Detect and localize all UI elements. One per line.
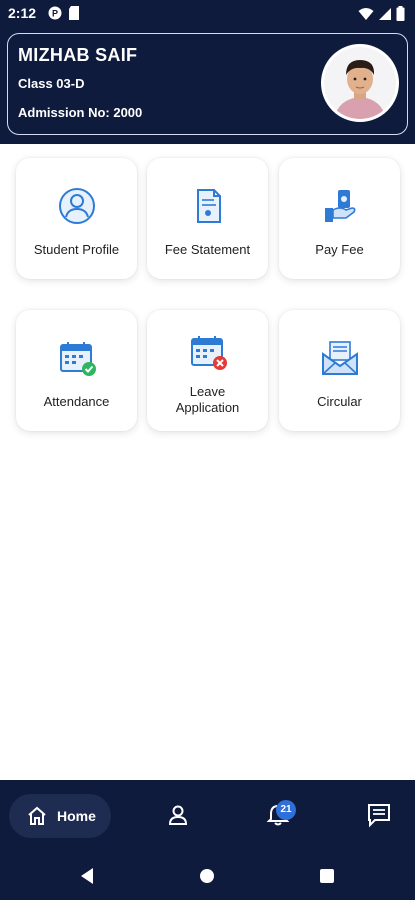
notification-count-badge: 21 [276, 800, 296, 820]
tile-label-student-profile: Student Profile [33, 242, 120, 257]
tile-label-pay-fee: Pay Fee [315, 242, 364, 257]
student-info-card[interactable]: MIZHAB SAIF Class 03-D Admission No: 200… [7, 33, 408, 135]
pay-fee-tile[interactable]: Pay Fee [279, 158, 400, 279]
student-profile-tile[interactable]: Student Profile [16, 158, 137, 279]
sd-card-icon [69, 6, 79, 20]
student-header: MIZHAB SAIF Class 03-D Admission No: 200… [0, 26, 415, 144]
attendance-tile[interactable]: Attendance [16, 310, 137, 431]
app-notification-icon: P [48, 6, 62, 20]
nav-profile-icon[interactable] [165, 802, 191, 828]
system-navigation-bar [0, 852, 415, 900]
circular-tile[interactable]: Circular [279, 310, 400, 431]
home-icon [28, 806, 46, 825]
signal-icon [379, 7, 391, 20]
avatar [321, 44, 399, 122]
user-circle-icon [58, 188, 95, 224]
leave-application-tile[interactable]: Leave Application [147, 310, 268, 431]
nav-home-button[interactable]: Home [9, 794, 111, 838]
tile-label-circular: Circular [317, 394, 362, 409]
bottom-navigation: Home 21 [0, 780, 415, 852]
admission-number: Admission No: 2000 [18, 105, 143, 120]
fee-statement-tile[interactable]: Fee Statement [147, 158, 268, 279]
tile-label-attendance: Attendance [43, 394, 110, 409]
nav-home-label: Home [57, 808, 96, 824]
recents-icon[interactable] [319, 868, 335, 884]
status-system-icons [358, 6, 405, 21]
back-icon[interactable] [78, 867, 96, 885]
calendar-check-icon [59, 342, 96, 376]
student-name: MIZHAB SAIF [18, 45, 138, 65]
status-bar: 2:12 P [0, 0, 415, 26]
status-notification-icons: P [48, 6, 80, 20]
home-circle-icon[interactable] [199, 868, 215, 884]
tile-label-fee-statement: Fee Statement [164, 242, 251, 257]
calendar-cross-icon [190, 336, 227, 370]
tile-label-leave-application: Leave Application [175, 384, 240, 415]
nav-messages-icon[interactable] [366, 802, 392, 828]
battery-icon [396, 6, 405, 21]
wifi-icon [358, 7, 374, 20]
student-class: Class 03-D [18, 76, 85, 91]
hand-money-icon [324, 190, 355, 222]
mail-letter-icon [321, 341, 358, 375]
status-time: 2:12 [8, 5, 37, 21]
svg-text:P: P [52, 9, 58, 19]
document-icon [196, 189, 221, 223]
